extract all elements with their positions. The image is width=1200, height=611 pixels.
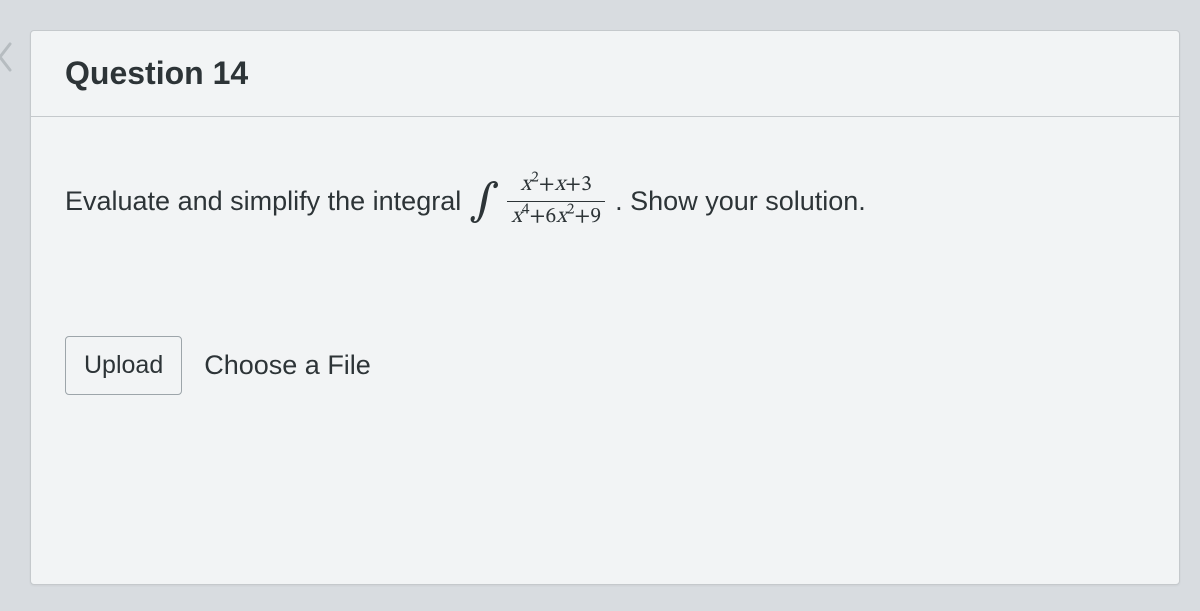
- prev-arrow-icon: [0, 40, 16, 74]
- question-panel: Question 14 Evaluate and simplify the in…: [30, 30, 1180, 585]
- fraction: x2+x+3 x4+6x2+9: [505, 172, 607, 231]
- question-title: Question 14: [65, 55, 1145, 92]
- integral-expression: ∫ x2+x+3 x4+6x2+9: [469, 172, 607, 231]
- denominator: x4+6x2+9: [507, 201, 605, 232]
- question-header: Question 14: [31, 31, 1179, 117]
- prompt-before: Evaluate and simplify the integral: [65, 180, 461, 223]
- prompt-after: . Show your solution.: [615, 180, 866, 223]
- question-body: Evaluate and simplify the integral ∫ x2+…: [31, 117, 1179, 435]
- numerator: x2+x+3: [517, 172, 596, 201]
- upload-row: Upload Choose a File: [65, 336, 1145, 395]
- upload-hint[interactable]: Choose a File: [204, 350, 371, 381]
- question-prompt: Evaluate and simplify the integral ∫ x2+…: [65, 172, 1145, 231]
- integral-sign-icon: ∫: [469, 180, 499, 224]
- upload-button[interactable]: Upload: [65, 336, 182, 395]
